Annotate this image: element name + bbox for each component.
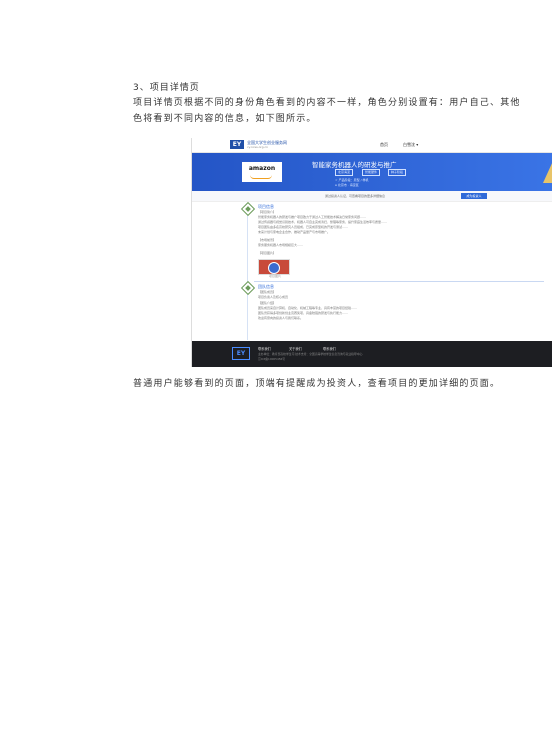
project-logo: amazon bbox=[242, 162, 282, 182]
banner-decoration-icon bbox=[543, 161, 552, 183]
section-divider bbox=[254, 281, 544, 282]
footer-icp: 京ICP备10005456号 bbox=[258, 357, 286, 361]
paragraph-3: 普通用户能够看到的页面，顶端有提醒成为投资人，查看项目的更加详细的页面。 bbox=[133, 379, 501, 389]
paragraph-2: 色将看到不同内容的信息，如下图所示。 bbox=[133, 114, 317, 124]
project-image-thumbnail[interactable] bbox=[258, 259, 290, 275]
thumbnail-caption: 项目图片 bbox=[269, 274, 282, 278]
timeline-line bbox=[247, 212, 248, 340]
embedded-screenshot: EY 全国大学生创业服务网 cy.ncss.org.cn 首页 白雪沈 ▾ am… bbox=[191, 138, 552, 367]
footer-logo: EY bbox=[232, 347, 250, 360]
section-text: 欢迎有意向的投资人与我们联系。 bbox=[258, 316, 304, 320]
section-heading: 3、项目详情页 bbox=[133, 83, 200, 93]
section-text: 项目负责人及核心成员 bbox=[258, 295, 289, 299]
footer-link[interactable]: 关于我们 bbox=[289, 346, 302, 351]
nav-home-link[interactable]: 首页 bbox=[380, 142, 388, 148]
paragraph-1: 项目详情页根据不同的身份角色看到的内容不一样，角色分别设置有：用户自己、其他 bbox=[133, 98, 521, 108]
project-tag: 智能硬件 bbox=[362, 169, 381, 176]
project-location: ⌂ 北京市 · 海淀区 bbox=[335, 183, 359, 187]
project-title: 智能家务机器人的研发与推广 bbox=[312, 161, 397, 169]
become-investor-button[interactable]: 成为投资人 bbox=[461, 193, 487, 199]
user-menu[interactable]: 白雪沈 ▾ bbox=[403, 142, 418, 148]
timeline-node-icon bbox=[240, 201, 256, 217]
site-url: cy.ncss.org.cn bbox=[247, 145, 269, 149]
footer-link[interactable]: 联系我们 bbox=[258, 346, 271, 351]
investor-prompt-text: 通过投资人认证，可查看项目的更多详细信息 bbox=[325, 194, 386, 198]
footer-link[interactable]: 联系我们 bbox=[323, 346, 336, 351]
site-logo[interactable]: EY bbox=[230, 140, 244, 149]
section-text: 家务服务机器人市场规模巨大…… bbox=[258, 243, 304, 247]
project-tag: 北京海淀 bbox=[335, 169, 354, 176]
footer-text: 主办单位：教育部高校学生司 技术支持：全国高等学校学生信息咨询与就业指导中心 bbox=[258, 352, 363, 356]
label-project-images: 【项目图片】 bbox=[258, 251, 277, 255]
timeline-node-icon bbox=[240, 280, 256, 296]
brand-logo-text: amazon bbox=[248, 165, 276, 172]
section-text: 未来计划与家电企业合作，推动产品量产与市场推广。 bbox=[258, 230, 331, 234]
brand-smile-icon bbox=[250, 175, 272, 179]
project-stage: ☆ 产品阶段：原型 / 样机 bbox=[335, 178, 369, 182]
project-tag: 种子阶段 bbox=[388, 169, 407, 176]
site-footer: EY 联系我们 关于我们 联系我们 主办单位：教育部高校学生司 技术支持：全国高… bbox=[192, 341, 552, 367]
site-header: EY 全国大学生创业服务网 cy.ncss.org.cn 首页 白雪沈 ▾ bbox=[192, 138, 552, 153]
investor-prompt-bar: 通过投资人认证，可查看项目的更多详细信息 成为投资人 bbox=[192, 191, 552, 202]
project-banner: amazon 智能家务机器人的研发与推广 北京海淀 智能硬件 种子阶段 ☆ 产品… bbox=[192, 153, 552, 191]
